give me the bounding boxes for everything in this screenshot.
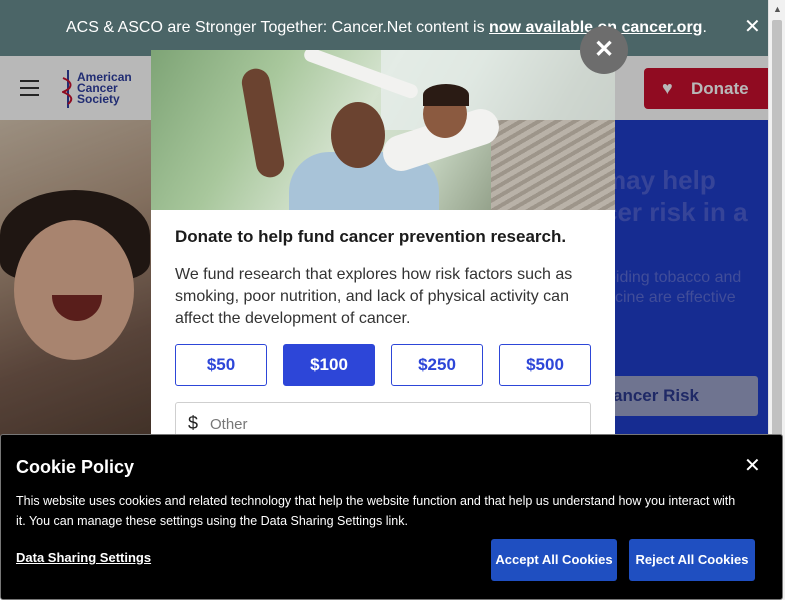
cookie-banner: Cookie Policy ✕ This website uses cookie… xyxy=(0,434,783,600)
modal-title: Donate to help fund cancer prevention re… xyxy=(175,227,567,246)
photo-roof xyxy=(491,120,615,210)
modal-description: We fund research that explores how risk … xyxy=(175,266,573,327)
cookie-close-icon[interactable]: ✕ xyxy=(744,456,761,476)
photo-man-head xyxy=(331,102,385,168)
reject-all-cookies-button[interactable]: Reject All Cookies xyxy=(629,539,755,581)
donation-amounts: $50 $100 $250 $500 xyxy=(175,344,591,386)
photo-child-hair xyxy=(423,84,469,106)
announcement-text-end: . xyxy=(702,19,707,36)
other-amount-input[interactable] xyxy=(210,413,570,435)
data-sharing-settings-link[interactable]: Data Sharing Settings xyxy=(16,550,151,565)
announcement-close-icon[interactable]: ✕ xyxy=(744,17,761,37)
modal-close-icon[interactable]: ✕ xyxy=(580,26,628,74)
amount-250-button[interactable]: $250 xyxy=(391,344,483,386)
cookie-title: Cookie Policy xyxy=(16,457,135,477)
photo-man-arm xyxy=(239,66,287,180)
modal-photo xyxy=(151,50,615,210)
amount-500-button[interactable]: $500 xyxy=(499,344,591,386)
cookie-description: This website uses cookies and related te… xyxy=(16,494,736,528)
announcement-text-lead: ACS & ASCO are Stronger Together: Cancer… xyxy=(66,19,490,36)
donation-modal: Donate to help fund cancer prevention re… xyxy=(151,50,615,440)
amount-100-button[interactable]: $100 xyxy=(283,344,375,386)
announcement-bar: ACS & ASCO are Stronger Together: Cancer… xyxy=(0,0,768,56)
scroll-up-arrow-icon[interactable]: ▲ xyxy=(773,4,782,14)
accept-all-cookies-button[interactable]: Accept All Cookies xyxy=(491,539,617,581)
amount-50-button[interactable]: $50 xyxy=(175,344,267,386)
currency-symbol: $ xyxy=(188,413,199,433)
